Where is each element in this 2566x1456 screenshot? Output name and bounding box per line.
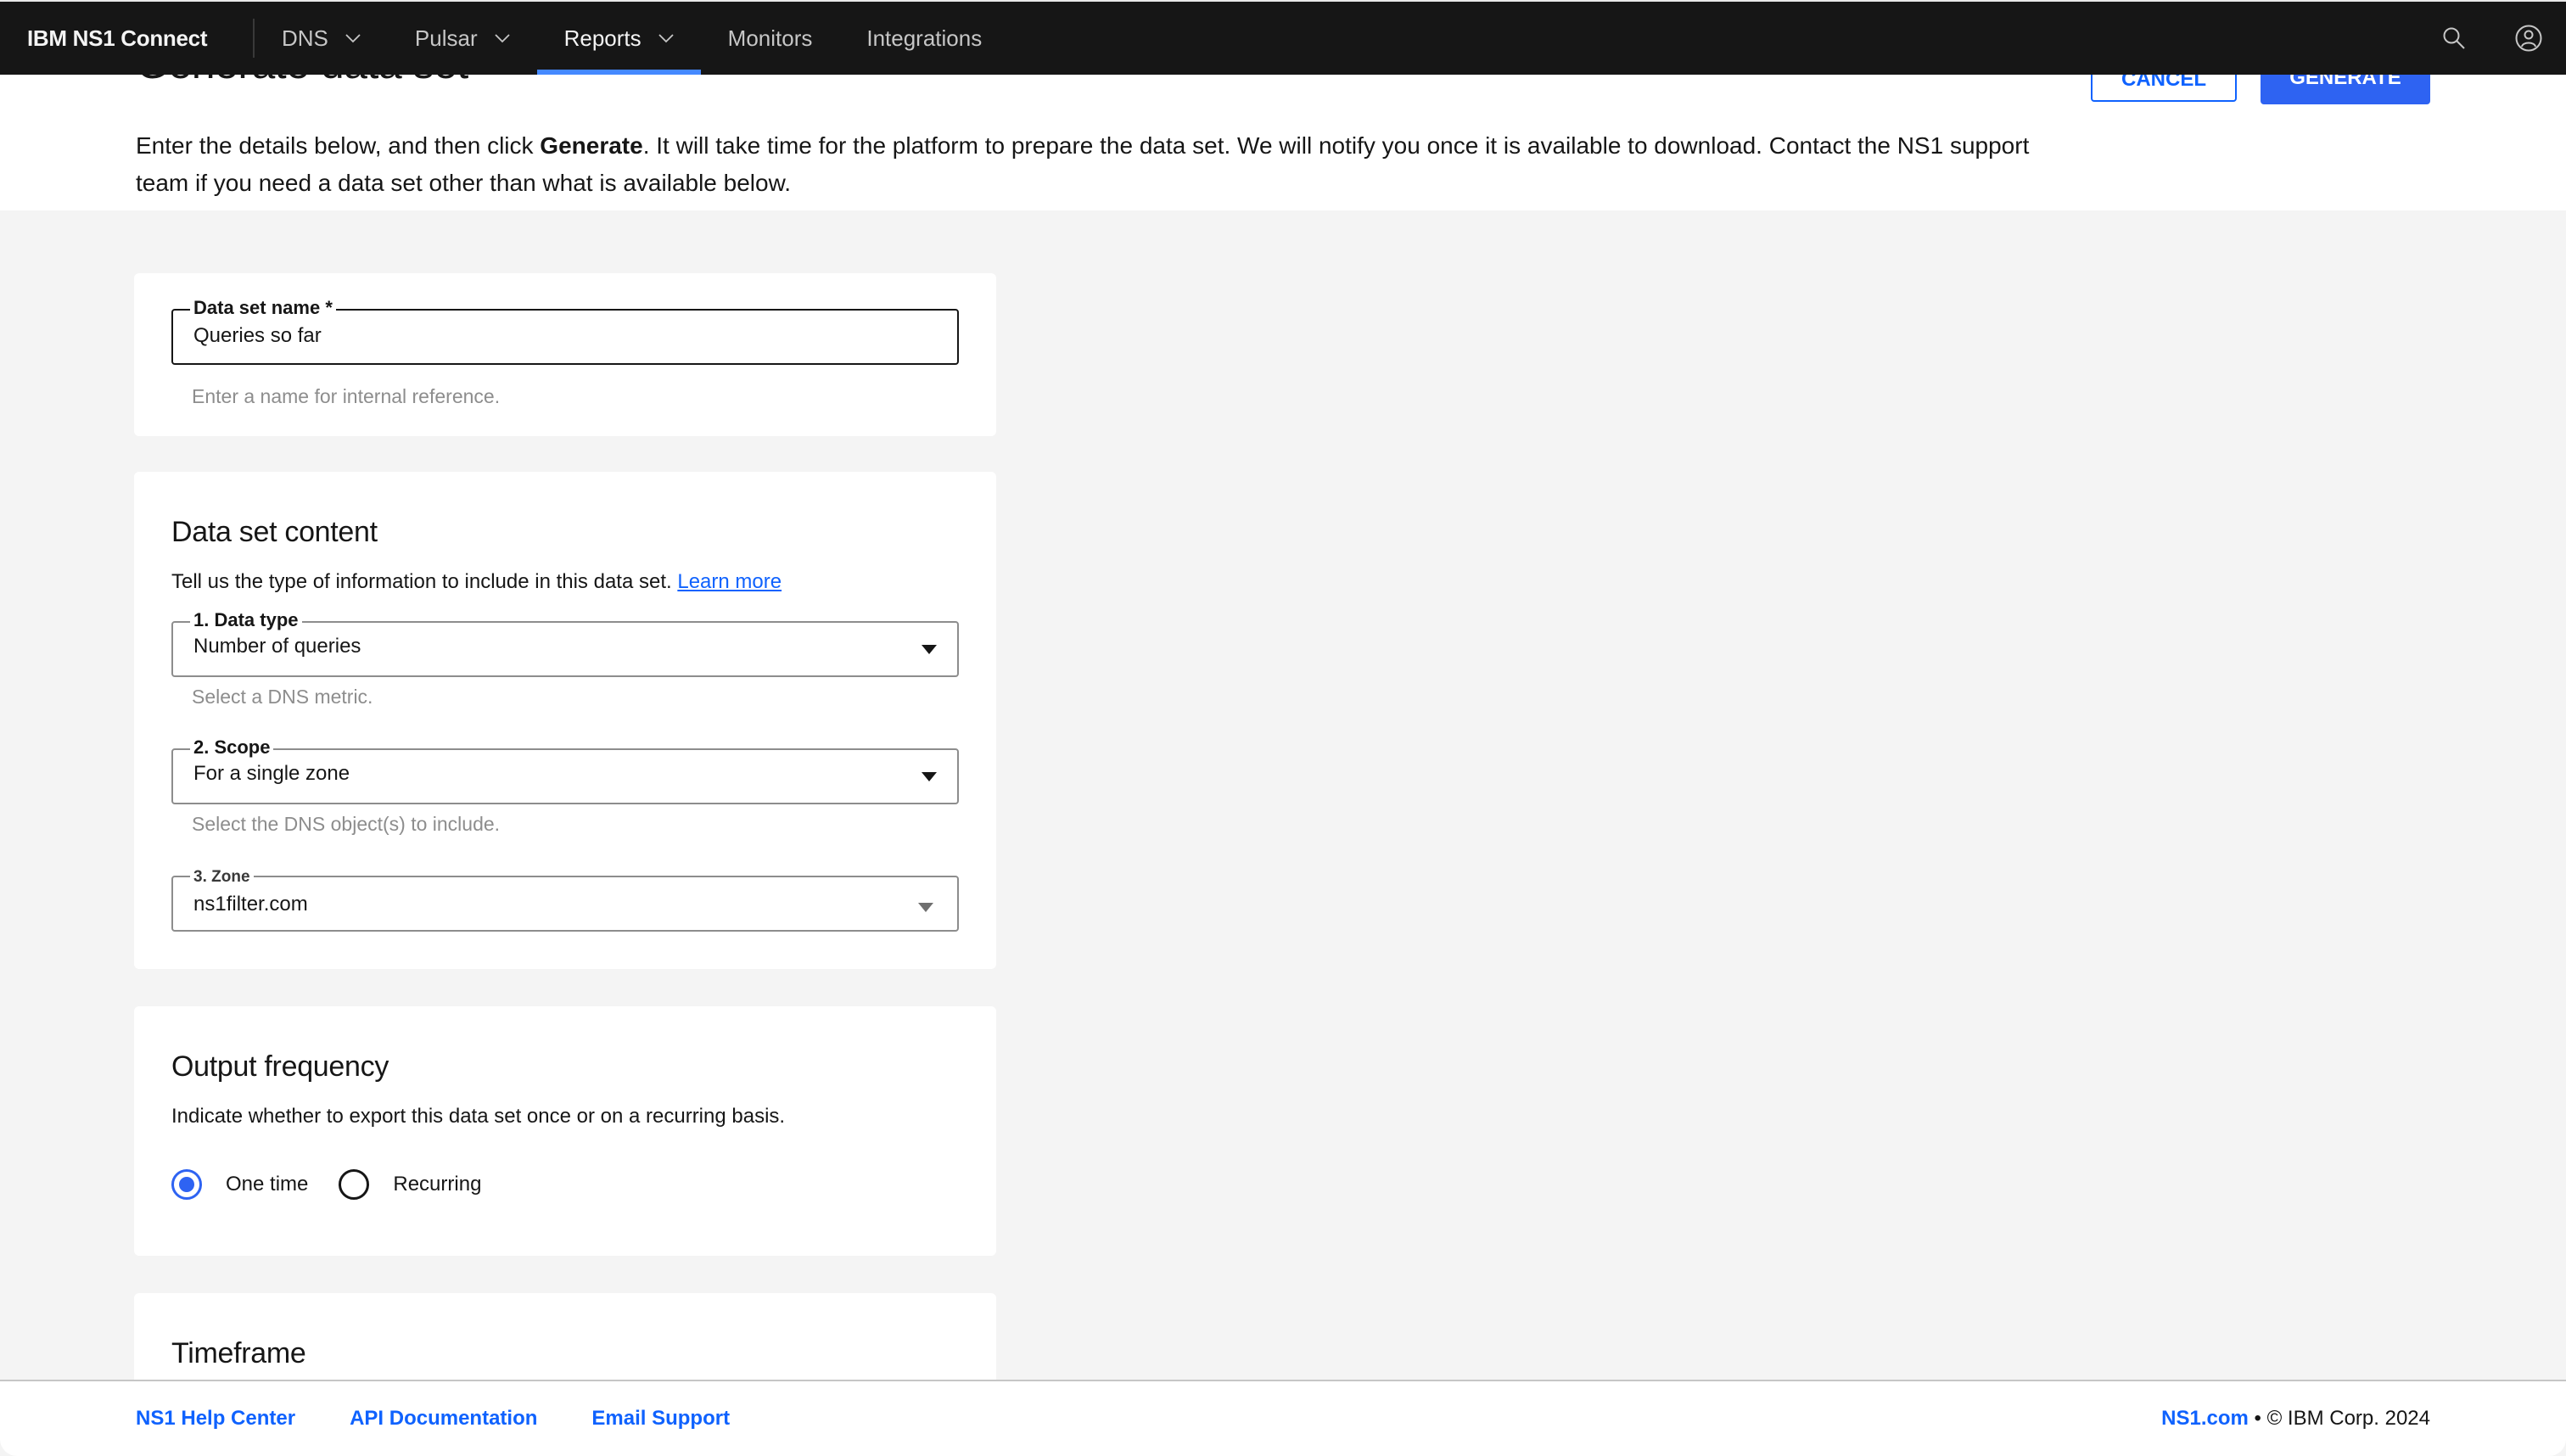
caret-down-icon bbox=[918, 903, 933, 912]
nav-item-label: Pulsar bbox=[414, 25, 478, 51]
radio-unchecked-icon bbox=[339, 1169, 370, 1200]
section-description: Indicate whether to export this data set… bbox=[171, 1105, 786, 1128]
radio-checked-icon bbox=[171, 1169, 202, 1200]
page-header: Generate data set CANCEL GENERATE Enter … bbox=[0, 75, 2566, 210]
scope-value: For a single zone bbox=[193, 762, 350, 785]
scope-label: 2. Scope bbox=[190, 736, 274, 759]
zone-select[interactable]: 3. Zone ns1filter.com bbox=[171, 866, 959, 932]
footer-links: NS1 Help Center API Documentation Email … bbox=[136, 1407, 784, 1431]
zone-value: ns1filter.com bbox=[193, 893, 308, 916]
cancel-button[interactable]: CANCEL bbox=[2091, 75, 2237, 102]
nav-actions bbox=[2417, 2, 2566, 75]
brand-name[interactable]: IBM NS1 Connect bbox=[0, 2, 255, 75]
data-set-name-field[interactable]: Data set name * bbox=[171, 297, 959, 365]
description-text: Tell us the type of information to inclu… bbox=[171, 570, 672, 593]
intro-text-part: Enter the details below, and then click bbox=[136, 132, 541, 159]
data-type-helper: Select a DNS metric. bbox=[192, 686, 373, 708]
nav-item-reports[interactable]: Reports bbox=[536, 2, 701, 75]
ns1-site-link[interactable]: NS1.com bbox=[2161, 1407, 2249, 1430]
nav-menu: DNS Pulsar Reports Monitors Integrations bbox=[255, 2, 1009, 75]
section-description: Tell us the type of information to inclu… bbox=[171, 570, 782, 594]
nav-item-label: Reports bbox=[563, 25, 642, 51]
scope-select[interactable]: 2. Scope For a single zone bbox=[171, 736, 959, 804]
data-type-label: 1. Data type bbox=[190, 609, 302, 631]
chevron-down-icon bbox=[494, 34, 510, 43]
radio-one-time[interactable]: One time bbox=[171, 1169, 308, 1200]
nav-item-dns[interactable]: DNS bbox=[255, 2, 388, 75]
nav-item-label: Integrations bbox=[866, 25, 983, 51]
section-title: Timeframe bbox=[171, 1337, 306, 1369]
section-title: Data set content bbox=[171, 516, 378, 548]
caret-down-icon bbox=[922, 772, 937, 781]
radio-label: Recurring bbox=[393, 1173, 482, 1196]
footer-copyright: NS1.com • © IBM Corp. 2024 bbox=[2161, 1407, 2430, 1431]
generate-button[interactable]: GENERATE bbox=[2261, 75, 2430, 104]
search-button[interactable] bbox=[2417, 2, 2491, 75]
nav-item-pulsar[interactable]: Pulsar bbox=[388, 2, 537, 75]
nav-item-label: DNS bbox=[282, 25, 328, 51]
nav-item-monitors[interactable]: Monitors bbox=[701, 2, 840, 75]
help-center-link[interactable]: NS1 Help Center bbox=[136, 1407, 295, 1431]
nav-item-integrations[interactable]: Integrations bbox=[839, 2, 1009, 75]
radio-recurring[interactable]: Recurring bbox=[339, 1169, 481, 1200]
learn-more-link[interactable]: Learn more bbox=[677, 570, 782, 593]
data-type-select[interactable]: 1. Data type Number of queries bbox=[171, 609, 959, 677]
data-type-value: Number of queries bbox=[193, 635, 361, 658]
data-set-content-card: Data set content Tell us the type of inf… bbox=[134, 472, 996, 969]
search-icon bbox=[2443, 27, 2465, 49]
data-set-name-card: Data set name * Enter a name for interna… bbox=[134, 273, 996, 436]
intro-text: Enter the details below, and then click … bbox=[136, 127, 2037, 202]
field-label-text: Data set name bbox=[193, 297, 321, 318]
chevron-down-icon bbox=[345, 34, 361, 43]
copyright-text: • © IBM Corp. 2024 bbox=[2248, 1407, 2430, 1430]
required-mark: * bbox=[325, 297, 333, 318]
nav-item-label: Monitors bbox=[727, 25, 813, 51]
data-set-name-input[interactable] bbox=[193, 324, 906, 348]
radio-label: One time bbox=[226, 1173, 309, 1196]
page-title: Generate data set bbox=[136, 75, 468, 88]
output-frequency-card: Output frequency Indicate whether to exp… bbox=[134, 1006, 996, 1256]
email-support-link[interactable]: Email Support bbox=[591, 1407, 730, 1431]
scope-helper: Select the DNS object(s) to include. bbox=[192, 813, 501, 835]
data-set-name-helper: Enter a name for internal reference. bbox=[192, 385, 501, 407]
user-profile-button[interactable] bbox=[2491, 2, 2566, 75]
caret-down-icon bbox=[922, 645, 937, 654]
chevron-down-icon bbox=[658, 34, 674, 43]
api-documentation-link[interactable]: API Documentation bbox=[350, 1407, 537, 1431]
zone-label: 3. Zone bbox=[190, 866, 254, 888]
data-set-name-label: Data set name * bbox=[190, 297, 336, 319]
footer: NS1 Help Center API Documentation Email … bbox=[0, 1380, 2566, 1456]
top-nav: IBM NS1 Connect DNS Pulsar Reports Monit… bbox=[0, 2, 2566, 75]
user-avatar-icon bbox=[2515, 25, 2542, 52]
section-title: Output frequency bbox=[171, 1050, 389, 1083]
intro-text-bold: Generate bbox=[540, 132, 643, 159]
frequency-radio-group: One time Recurring bbox=[171, 1169, 512, 1200]
